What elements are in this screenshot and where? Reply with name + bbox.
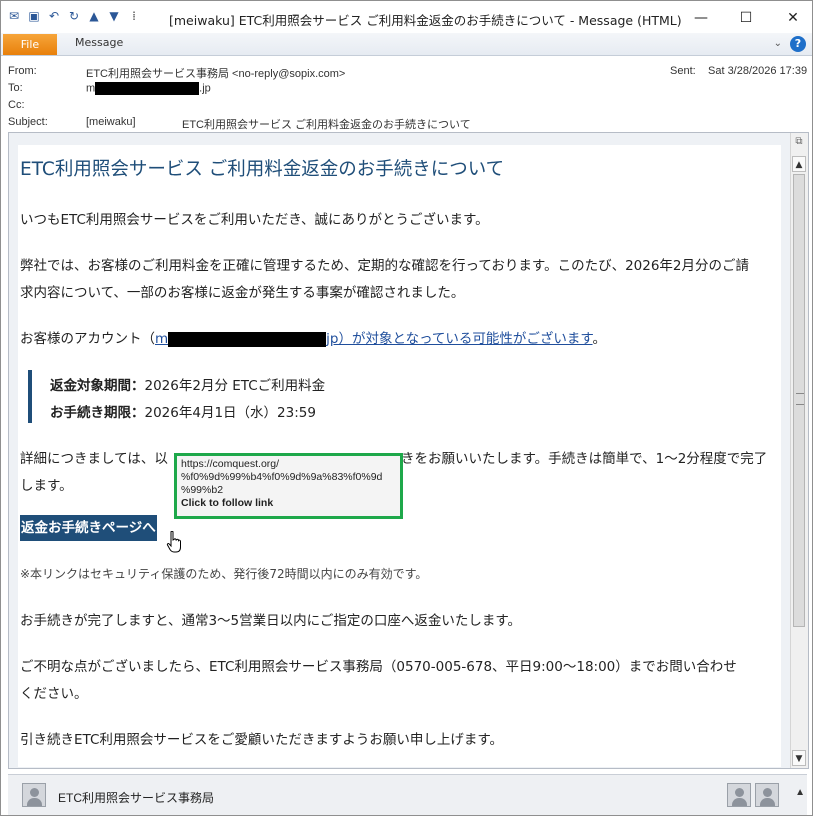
refund-period-value: 2026年2月分 ETCご利用料金 <box>144 378 326 394</box>
subject-value: ETC利用照会サービス ご利用料金返金のお手続きについて <box>182 119 471 131</box>
contact-avatar-2[interactable] <box>755 783 779 807</box>
scroll-up-arrow[interactable]: ▲ <box>792 156 806 172</box>
tab-message[interactable]: Message <box>75 36 123 49</box>
expand-people-pane-icon[interactable]: ▲ <box>795 787 805 798</box>
sent-value: Sat 3/28/2026 17:39 <box>708 65 808 77</box>
customize-toolbar-icon[interactable]: ⁞ <box>127 9 141 23</box>
save-icon[interactable]: ▣ <box>27 9 41 23</box>
sender-avatar[interactable] <box>22 783 46 807</box>
refund-procedure-button[interactable]: 返金お手続きページへ <box>20 515 157 541</box>
paragraph-details-line2: します。 <box>20 478 73 494</box>
contact-avatar-1[interactable] <box>727 783 751 807</box>
close-button[interactable]: ✕ <box>773 5 813 31</box>
paragraph-greeting: いつもETC利用照会サービスをご利用いただき、誠にありがとうございます。 <box>20 212 489 228</box>
account-link-end: jp）が対象となっている可能性がございます <box>326 331 593 347</box>
app-icon[interactable]: ✉ <box>7 9 21 23</box>
paragraph-closing: 引き続きETC利用照会サービスをご愛顧いただきますようお願い申し上げます。 <box>20 732 504 748</box>
redaction-bar <box>168 331 327 347</box>
refund-period-label: 返金対象期間： <box>50 378 145 394</box>
from-value[interactable]: ETC利用照会サービス事務局 <no-reply@sopix.com> <box>86 65 345 81</box>
ribbon-controls: ⌄ ? <box>774 36 806 52</box>
tooltip-highlight-box <box>174 453 403 519</box>
deadline-value: 2026年4月1日（水）23:59 <box>144 405 316 421</box>
from-label: From: <box>8 65 37 77</box>
paragraph-details-line1-right: きをお願いいたします。手続きは簡単で、1～2分程度で完了 <box>401 451 768 467</box>
account-link[interactable]: m jp）が対象となっている可能性がございます <box>155 331 593 347</box>
minimize-ribbon-icon[interactable]: ⌄ <box>774 36 782 52</box>
deadline-line: お手続き期限：2026年4月1日（水）23:59 <box>50 401 316 421</box>
paragraph-contact-line2: ください。 <box>20 686 88 702</box>
maximize-button[interactable]: ☐ <box>726 5 766 31</box>
up-arrow-icon[interactable]: ▲ <box>87 9 101 23</box>
redaction-bar <box>95 82 200 95</box>
paragraph-completion: お手続きが完了しますと、通常3～5営業日以内にご指定の口座へ返金いたします。 <box>20 613 522 629</box>
vertical-scrollbar[interactable]: ⧉ ▲ ▼ <box>790 133 808 768</box>
sent-label: Sent: <box>670 65 696 77</box>
to-suffix: .jp <box>199 82 211 95</box>
quick-access-toolbar: ✉ ▣ ↶ ↻ ▲ ▼ ⁞ <box>7 9 141 23</box>
cc-label: Cc: <box>8 99 25 111</box>
subject-label: Subject: <box>8 116 48 128</box>
paragraph-account: お客様のアカウント（m jp）が対象となっている可能性がございます。 <box>20 327 606 347</box>
hand-cursor-icon <box>166 531 181 553</box>
refund-info-callout: 返金対象期間：2026年2月分 ETCご利用料金 お手続き期限：2026年4月1… <box>28 370 432 423</box>
subject-tag: [meiwaku] <box>86 116 136 128</box>
help-icon[interactable]: ? <box>790 36 806 52</box>
refund-period-line: 返金対象期間：2026年2月分 ETCご利用料金 <box>50 374 325 394</box>
email-content: ETC利用照会サービス ご利用料金返金のお手続きについて いつもETC利用照会サ… <box>18 145 781 767</box>
to-label: To: <box>8 82 23 94</box>
scroll-grip <box>796 393 804 405</box>
message-header: From: ETC利用照会サービス事務局 <no-reply@sopix.com… <box>1 56 812 132</box>
deadline-label: お手続き期限： <box>50 405 145 421</box>
paragraph-details-line1-left: 詳細につきましては、以 <box>20 451 168 467</box>
scroll-down-arrow[interactable]: ▼ <box>792 750 806 766</box>
people-pane-name[interactable]: ETC利用照会サービス事務局 <box>58 789 214 806</box>
message-body-pane: ETC利用照会サービス ご利用料金返金のお手続きについて いつもETC利用照会サ… <box>8 132 809 769</box>
page-view-icon[interactable]: ⧉ <box>792 135 806 149</box>
to-value[interactable]: m .jp <box>86 82 211 95</box>
tab-file[interactable]: File <box>3 34 57 55</box>
down-arrow-icon[interactable]: ▼ <box>107 9 121 23</box>
paragraph-notice-line2: 求内容について、一部のお客様に返金が発生する事案が確認されました。 <box>20 285 465 301</box>
undo-icon[interactable]: ↶ <box>47 9 61 23</box>
account-link-start: m <box>155 331 169 347</box>
account-prefix: お客様のアカウント（ <box>20 331 155 347</box>
minimize-button[interactable]: — <box>681 5 721 31</box>
redo-icon[interactable]: ↻ <box>67 9 81 23</box>
email-heading: ETC利用照会サービス ご利用料金返金のお手続きについて <box>20 159 505 180</box>
outlook-message-window: ✉ ▣ ↶ ↻ ▲ ▼ ⁞ [meiwaku] ETC利用照会サービス ご利用料… <box>0 0 813 816</box>
paragraph-notice-line1: 弊社では、お客様のご利用料金を正確に管理するため、定期的な確認を行っております。… <box>20 258 750 274</box>
account-suffix: 。 <box>592 331 607 347</box>
paragraph-contact-line1: ご不明な点がございましたら、ETC利用照会サービス事務局（0570-005-67… <box>20 659 737 675</box>
security-note: ※本リンクはセキュリティ保護のため、発行後72時間以内にのみ有効です。 <box>20 567 428 581</box>
to-prefix: m <box>86 82 96 95</box>
window-title: [meiwaku] ETC利用照会サービス ご利用料金返金のお手続きについて -… <box>169 13 682 28</box>
people-pane: ETC利用照会サービス事務局 ▲ <box>8 774 807 815</box>
scroll-thumb[interactable] <box>793 174 805 627</box>
title-bar: ✉ ▣ ↶ ↻ ▲ ▼ ⁞ [meiwaku] ETC利用照会サービス ご利用料… <box>1 1 812 35</box>
ribbon-tabs: File Message ⌄ ? <box>1 33 812 56</box>
